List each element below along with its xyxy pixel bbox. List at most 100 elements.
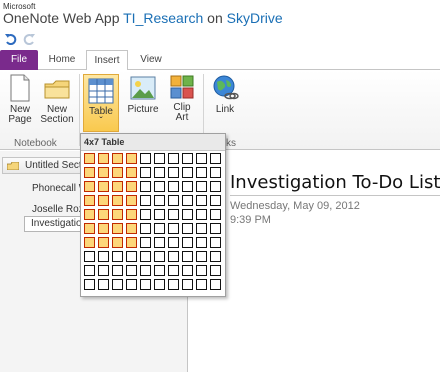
table-picker-cell[interactable] <box>196 265 207 276</box>
table-picker-cell[interactable] <box>98 209 109 220</box>
table-picker-cell[interactable] <box>126 237 137 248</box>
table-picker-cell[interactable] <box>182 167 193 178</box>
table-picker-cell[interactable] <box>210 209 221 220</box>
table-picker-cell[interactable] <box>84 209 95 220</box>
table-picker-cell[interactable] <box>196 195 207 206</box>
table-picker-cell[interactable] <box>126 279 137 290</box>
table-picker-cell[interactable] <box>196 223 207 234</box>
table-picker-cell[interactable] <box>112 237 123 248</box>
table-picker-cell[interactable] <box>196 181 207 192</box>
table-picker-cell[interactable] <box>168 167 179 178</box>
table-picker-cell[interactable] <box>210 195 221 206</box>
table-picker-cell[interactable] <box>154 223 165 234</box>
table-picker-cell[interactable] <box>210 265 221 276</box>
table-picker-cell[interactable] <box>196 153 207 164</box>
skydrive-link[interactable]: SkyDrive <box>227 10 283 26</box>
page-title[interactable]: Investigation To-Do List <box>230 172 440 193</box>
table-picker-cell[interactable] <box>182 237 193 248</box>
table-picker-cell[interactable] <box>210 153 221 164</box>
table-picker-cell[interactable] <box>84 153 95 164</box>
table-picker-cell[interactable] <box>112 265 123 276</box>
table-picker-cell[interactable] <box>196 251 207 262</box>
table-picker-cell[interactable] <box>84 237 95 248</box>
new-page-button[interactable]: New Page <box>4 74 36 125</box>
table-picker-cell[interactable] <box>182 195 193 206</box>
new-section-button[interactable]: New Section <box>38 74 76 125</box>
table-picker-cell[interactable] <box>154 167 165 178</box>
table-picker-cell[interactable] <box>196 167 207 178</box>
table-picker-cell[interactable] <box>154 181 165 192</box>
table-picker-cell[interactable] <box>182 279 193 290</box>
table-picker-cell[interactable] <box>182 223 193 234</box>
table-picker-cell[interactable] <box>140 195 151 206</box>
table-picker-cell[interactable] <box>196 209 207 220</box>
table-picker-cell[interactable] <box>84 251 95 262</box>
table-picker-cell[interactable] <box>84 181 95 192</box>
table-picker-cell[interactable] <box>140 153 151 164</box>
picture-button[interactable]: Picture <box>124 74 162 115</box>
table-picker-cell[interactable] <box>168 237 179 248</box>
table-picker-cell[interactable] <box>84 167 95 178</box>
table-picker-cell[interactable] <box>210 251 221 262</box>
table-picker-cell[interactable] <box>196 279 207 290</box>
table-picker-cell[interactable] <box>126 265 137 276</box>
table-picker-cell[interactable] <box>112 279 123 290</box>
tab-view[interactable]: View <box>134 50 168 70</box>
page-canvas[interactable]: Investigation To-Do List Wednesday, May … <box>189 151 440 372</box>
table-picker-cell[interactable] <box>140 209 151 220</box>
table-picker-cell[interactable] <box>168 251 179 262</box>
tab-insert[interactable]: Insert <box>86 50 128 71</box>
table-picker-cell[interactable] <box>140 279 151 290</box>
table-picker-cell[interactable] <box>84 279 95 290</box>
table-picker-cell[interactable] <box>126 195 137 206</box>
redo-icon[interactable] <box>22 32 36 46</box>
table-picker-cell[interactable] <box>98 265 109 276</box>
table-picker-cell[interactable] <box>182 181 193 192</box>
table-picker-cell[interactable] <box>112 181 123 192</box>
table-picker-cell[interactable] <box>112 167 123 178</box>
table-picker-cell[interactable] <box>210 237 221 248</box>
table-picker-cell[interactable] <box>210 223 221 234</box>
table-picker-cell[interactable] <box>98 181 109 192</box>
table-picker-cell[interactable] <box>98 251 109 262</box>
table-picker-cell[interactable] <box>126 223 137 234</box>
table-picker-cell[interactable] <box>140 181 151 192</box>
table-picker-cell[interactable] <box>154 279 165 290</box>
table-picker-cell[interactable] <box>112 153 123 164</box>
table-picker-cell[interactable] <box>84 265 95 276</box>
table-picker-cell[interactable] <box>196 237 207 248</box>
table-picker-cell[interactable] <box>126 251 137 262</box>
table-picker-cell[interactable] <box>112 209 123 220</box>
table-picker-cell[interactable] <box>154 251 165 262</box>
table-picker-cell[interactable] <box>168 153 179 164</box>
clip-art-button[interactable]: Clip Art <box>165 74 199 123</box>
table-picker-cell[interactable] <box>126 167 137 178</box>
table-picker-cell[interactable] <box>168 279 179 290</box>
table-picker-cell[interactable] <box>168 209 179 220</box>
tab-file[interactable]: File <box>0 50 38 70</box>
notebook-link[interactable]: TI_Research <box>123 10 203 26</box>
table-picker-cell[interactable] <box>182 251 193 262</box>
table-picker-cell[interactable] <box>154 237 165 248</box>
table-picker-cell[interactable] <box>210 279 221 290</box>
table-picker-cell[interactable] <box>168 181 179 192</box>
table-picker-cell[interactable] <box>168 223 179 234</box>
table-picker-cell[interactable] <box>98 237 109 248</box>
table-picker-cell[interactable] <box>140 167 151 178</box>
table-picker-cell[interactable] <box>98 223 109 234</box>
link-button[interactable]: Link <box>208 74 242 115</box>
table-picker-cell[interactable] <box>98 153 109 164</box>
tab-home[interactable]: Home <box>45 50 79 70</box>
table-picker-cell[interactable] <box>154 153 165 164</box>
table-picker-cell[interactable] <box>84 223 95 234</box>
table-picker-cell[interactable] <box>210 181 221 192</box>
table-picker-cell[interactable] <box>154 195 165 206</box>
table-picker-cell[interactable] <box>112 223 123 234</box>
table-picker-cell[interactable] <box>98 279 109 290</box>
table-button[interactable]: Table ˇ <box>83 74 119 132</box>
table-picker-cell[interactable] <box>126 153 137 164</box>
table-picker-cell[interactable] <box>154 209 165 220</box>
table-picker-cell[interactable] <box>98 195 109 206</box>
undo-icon[interactable] <box>4 32 18 46</box>
table-picker-cell[interactable] <box>98 167 109 178</box>
